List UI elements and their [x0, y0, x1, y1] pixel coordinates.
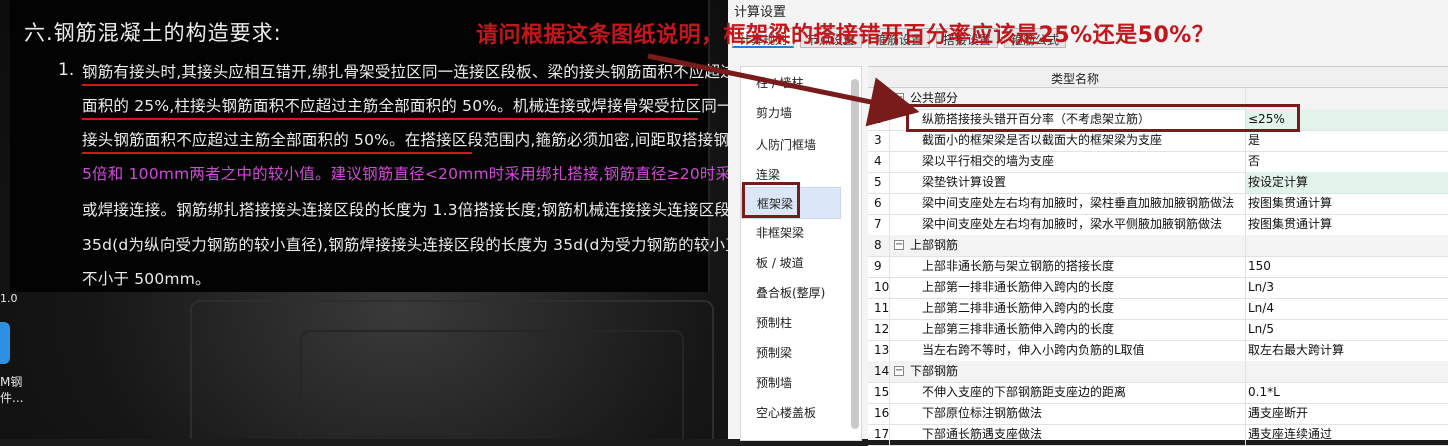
annotation-arrow: [647, 53, 920, 127]
